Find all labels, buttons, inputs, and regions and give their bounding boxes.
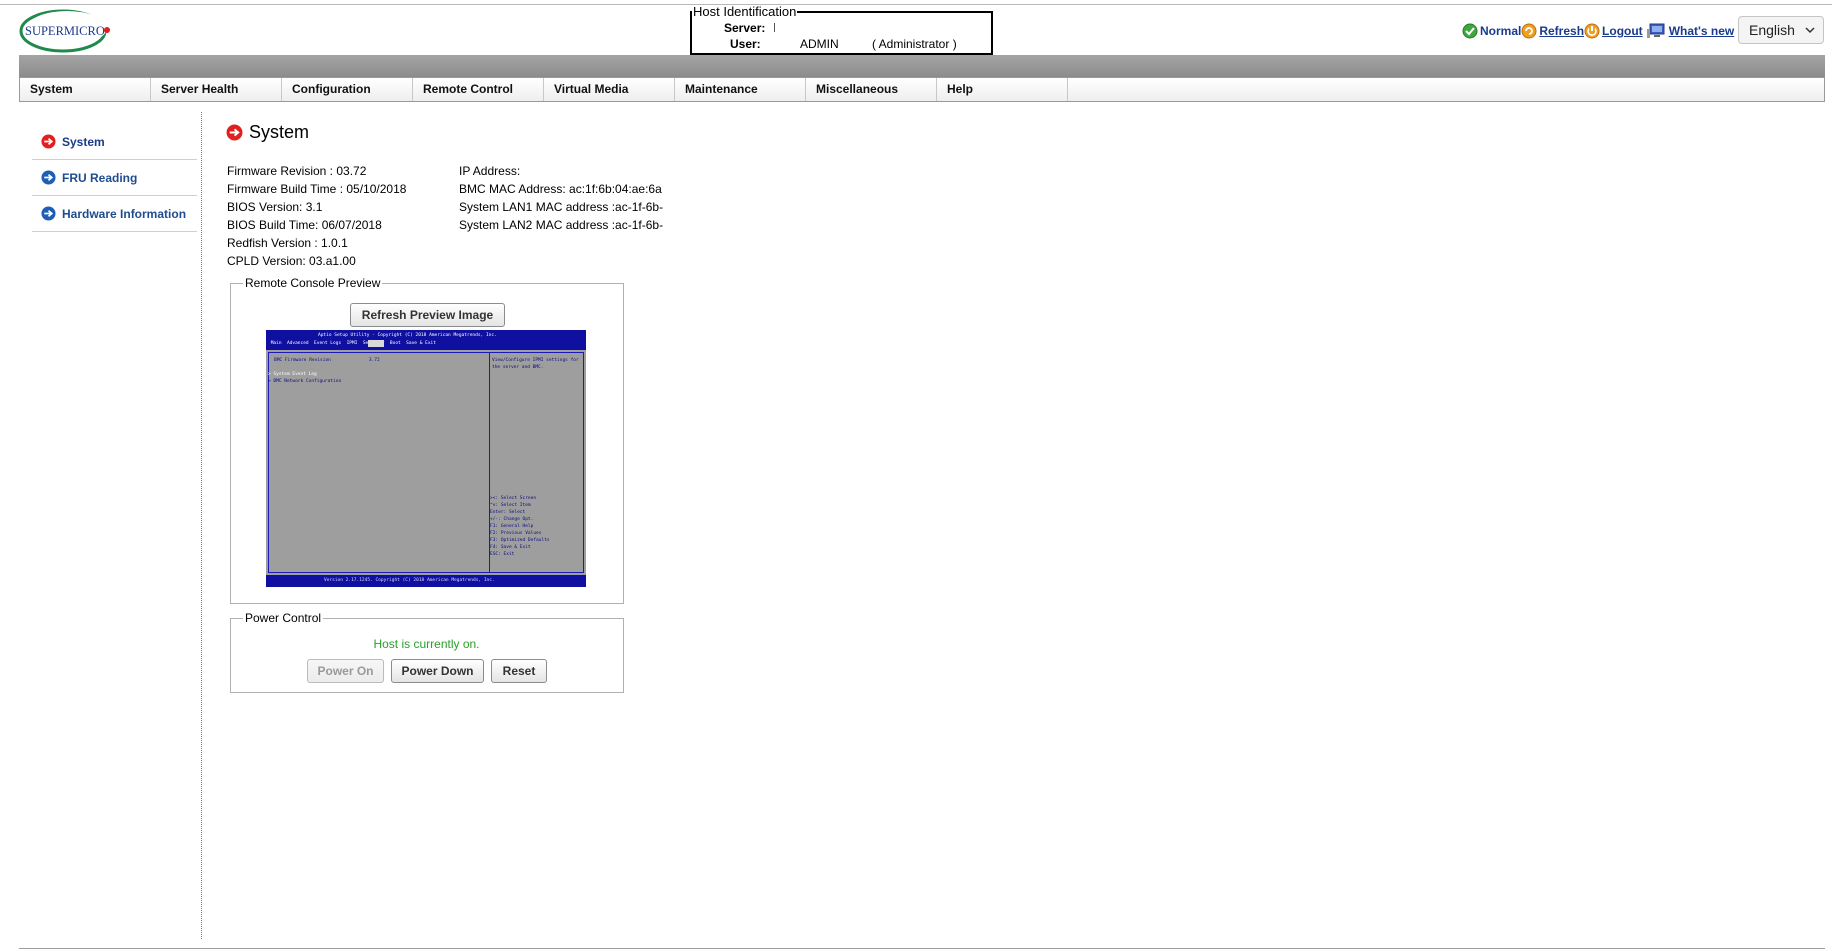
language-select[interactable]: English bbox=[1738, 16, 1824, 44]
remote-console-legend: Remote Console Preview bbox=[243, 275, 383, 291]
status-normal-label: Normal bbox=[1480, 24, 1522, 38]
refresh-label: Refresh bbox=[1539, 24, 1585, 38]
bmc-mac-address: BMC MAC Address: ac:1f:6b:04:ae:6a bbox=[459, 182, 662, 196]
bios-left-line-2: > System Event Log bbox=[268, 372, 317, 377]
logout-link[interactable]: Logout bbox=[1584, 23, 1643, 39]
power-control-legend: Power Control bbox=[243, 610, 324, 626]
bios-selected-tab bbox=[368, 340, 384, 347]
top-links: Normal Refresh Logout What's new bbox=[1462, 22, 1734, 40]
nav-virtual-media[interactable]: Virtual Media bbox=[544, 78, 675, 101]
whats-new-label: What's new bbox=[1668, 24, 1735, 38]
sidebar-item-hardware-information[interactable]: Hardware Information bbox=[32, 196, 197, 232]
sidebar: System FRU Reading Hardware Information bbox=[32, 124, 197, 232]
network-info: IP Address: BMC MAC Address: ac:1f:6b:04… bbox=[459, 162, 663, 234]
refresh-link[interactable]: Refresh bbox=[1521, 23, 1584, 39]
user-role: ( Administrator ) bbox=[872, 37, 957, 51]
nav-configuration[interactable]: Configuration bbox=[282, 78, 413, 101]
page-title-text: System bbox=[249, 122, 310, 142]
sidebar-divider bbox=[201, 112, 202, 939]
server-value-cursor bbox=[774, 23, 775, 32]
bios-header-line2: Main Advanced Event Logs IPMI Security B… bbox=[268, 341, 436, 346]
refresh-preview-button[interactable]: Refresh Preview Image bbox=[350, 303, 505, 327]
status-normal: Normal bbox=[1462, 23, 1521, 39]
logout-icon bbox=[1584, 23, 1600, 39]
cpld-version: CPLD Version: 03.a1.00 bbox=[227, 254, 356, 268]
bios-left-line-3: > BMC Network Configuration bbox=[268, 379, 342, 384]
main-nav: System Server Health Configuration Remot… bbox=[19, 77, 1825, 102]
arrow-right-red-icon bbox=[226, 124, 243, 141]
bios-help-line: Enter: Select bbox=[490, 510, 526, 515]
arrow-right-blue-icon bbox=[41, 170, 56, 185]
language-select-value: English bbox=[1749, 22, 1795, 38]
bios-footer: Version 2.17.1245. Copyright (C) 2018 Am… bbox=[324, 578, 495, 583]
nav-help[interactable]: Help bbox=[937, 78, 1068, 101]
top-rule bbox=[0, 4, 1832, 5]
bios-help-line: ^v: Select Item bbox=[490, 503, 531, 508]
power-down-button[interactable]: Power Down bbox=[391, 659, 484, 683]
lan1-mac-address: System LAN1 MAC address :ac-1f-6b- bbox=[459, 200, 664, 214]
host-identification-legend: Host Identification bbox=[692, 4, 798, 19]
firmware-info: Firmware Revision : 03.72 Firmware Build… bbox=[227, 162, 406, 270]
bios-help-line: F1: General Help bbox=[490, 524, 534, 529]
sidebar-item-label: Hardware Information bbox=[62, 206, 187, 221]
console-preview-image[interactable]: Aptio Setup Utility - Copyright (C) 2018… bbox=[266, 330, 586, 587]
bios-help-line: ><: Select Screen bbox=[490, 496, 537, 501]
refresh-icon bbox=[1521, 23, 1537, 39]
bios-left-line-0: BMC Firmware Revision 3.72 bbox=[274, 358, 380, 363]
logo-text: SUPERMICRO bbox=[25, 24, 105, 38]
user-value: ADMIN bbox=[800, 37, 839, 51]
nav-maintenance[interactable]: Maintenance bbox=[675, 78, 806, 101]
user-label: User: bbox=[730, 37, 761, 51]
nav-server-health[interactable]: Server Health bbox=[151, 78, 282, 101]
sidebar-item-system[interactable]: System bbox=[32, 124, 197, 160]
bios-help-keys: ><: Select Screen ^v: Select Item Enter:… bbox=[490, 495, 584, 558]
arrow-right-blue-icon bbox=[41, 206, 56, 221]
header-banner bbox=[19, 55, 1825, 77]
monitor-icon bbox=[1646, 23, 1665, 38]
firmware-build-time: Firmware Build Time : 05/10/2018 bbox=[227, 182, 407, 196]
bios-help-line: +/-: Change Opt. bbox=[490, 517, 534, 522]
ip-address: IP Address: bbox=[459, 164, 521, 178]
logout-label: Logout bbox=[1602, 24, 1643, 38]
host-power-status: Host is currently on. bbox=[373, 637, 480, 651]
host-identification-box: Host Identification Server: User: ADMIN … bbox=[690, 5, 993, 55]
supermicro-logo: SUPERMICRO bbox=[19, 8, 111, 53]
bios-build-time: BIOS Build Time: 06/07/2018 bbox=[227, 218, 382, 232]
whats-new-link[interactable]: What's new bbox=[1646, 23, 1735, 39]
page-title: System bbox=[226, 122, 309, 143]
bios-header-line1: Aptio Setup Utility - Copyright (C) 2018… bbox=[318, 333, 497, 338]
server-label: Server: bbox=[724, 21, 766, 35]
bios-help-line: ESC: Exit bbox=[490, 552, 515, 557]
bottom-rule bbox=[19, 948, 1825, 949]
bios-version: BIOS Version: 3.1 bbox=[227, 200, 323, 214]
bios-right-line-0: View/Configure IPMI settings for bbox=[492, 358, 579, 363]
nav-system[interactable]: System bbox=[20, 78, 151, 101]
sidebar-item-label: System bbox=[62, 134, 105, 149]
check-icon bbox=[1462, 23, 1478, 39]
bios-right-line-1: the server and BMC. bbox=[492, 365, 544, 370]
lan2-mac-address: System LAN2 MAC address :ac-1f-6b- bbox=[459, 218, 664, 232]
bios-help-line: F3: Optimized Defaults bbox=[490, 538, 550, 543]
reset-button[interactable]: Reset bbox=[491, 659, 547, 683]
bios-help-line: F2: Previous Values bbox=[490, 531, 542, 536]
redfish-version: Redfish Version : 1.0.1 bbox=[227, 236, 348, 250]
sidebar-item-label: FRU Reading bbox=[62, 170, 138, 185]
bios-help-line: F4: Save & Exit bbox=[490, 545, 531, 550]
arrow-right-red-icon bbox=[41, 134, 56, 149]
nav-miscellaneous[interactable]: Miscellaneous bbox=[806, 78, 937, 101]
firmware-revision: Firmware Revision : 03.72 bbox=[227, 164, 367, 178]
chevron-down-icon bbox=[1805, 27, 1815, 34]
sidebar-item-fru-reading[interactable]: FRU Reading bbox=[32, 160, 197, 196]
nav-remote-control[interactable]: Remote Control bbox=[413, 78, 544, 101]
power-on-button[interactable]: Power On bbox=[307, 659, 384, 683]
